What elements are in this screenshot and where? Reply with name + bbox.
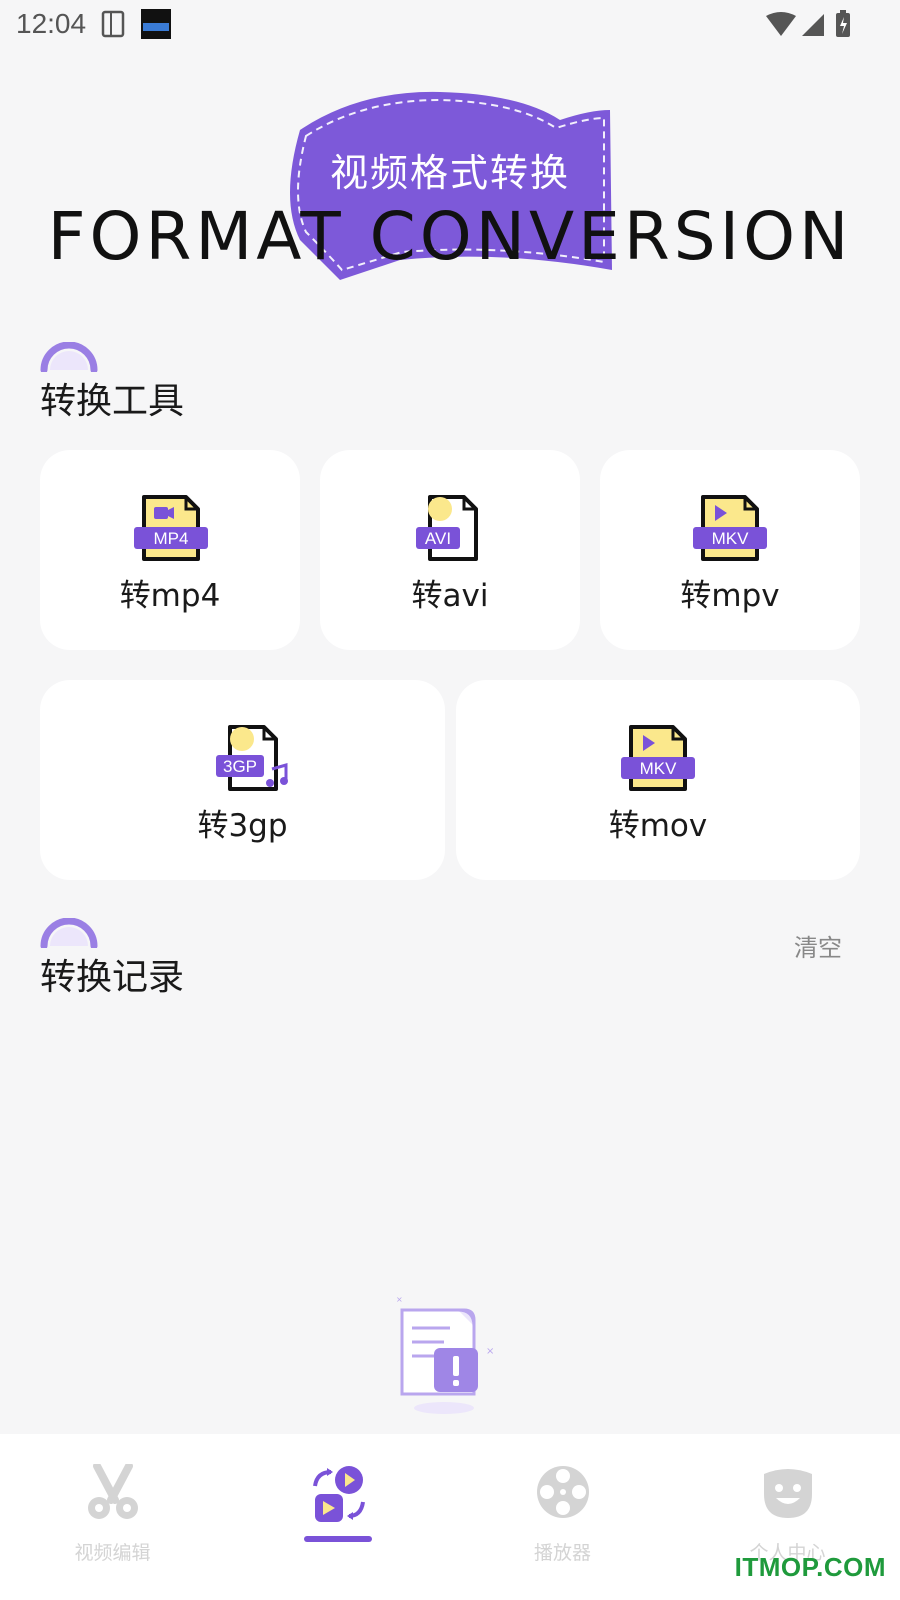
tools-section-header: 转换工具 — [40, 342, 340, 422]
convert-mp4-card[interactable]: MP4 转mp4 — [40, 450, 300, 650]
banner-subtitle: 视频格式转换 — [329, 151, 570, 195]
scissors-icon — [87, 1464, 138, 1519]
notebook-icon — [101, 10, 125, 38]
records-section-header: 转换记录 — [40, 918, 340, 998]
clear-records-button[interactable]: 清空 — [794, 928, 842, 963]
convert-mov-label: 转mov — [608, 808, 708, 844]
convert-mp4-label: 转mp4 — [119, 578, 221, 614]
convert-avi-label: 转avi — [411, 578, 489, 614]
status-time: 12:04 — [16, 8, 87, 39]
signal-icon — [802, 14, 824, 36]
nav-convert[interactable] — [225, 1434, 450, 1600]
3gp-file-icon: 3GP — [216, 725, 288, 791]
empty-records-icon: × × — [396, 1295, 494, 1414]
section-arc-decoration — [40, 342, 98, 372]
svg-text:3GP: 3GP — [223, 757, 257, 776]
tools-section-title: 转换工具 — [40, 381, 185, 422]
film-reel-icon — [536, 1466, 589, 1518]
convert-avi-card[interactable]: AVI 转avi — [320, 450, 580, 650]
nav-video-edit-label: 视频编辑 — [74, 1542, 151, 1564]
watermark-text: ITMOP.COM — [734, 1552, 886, 1582]
mov-file-icon: MKV — [621, 725, 695, 791]
status-icons — [766, 10, 850, 37]
section-arc-decoration — [40, 918, 98, 948]
svg-text:MKV: MKV — [712, 529, 750, 548]
convert-3gp-label: 转3gp — [197, 808, 288, 844]
mkv-file-icon: MKV — [693, 495, 767, 561]
svg-text:MP4: MP4 — [154, 529, 189, 548]
convert-mpv-card[interactable]: MKV 转mpv — [600, 450, 860, 650]
wifi-icon — [766, 12, 796, 36]
convert-icon — [312, 1466, 365, 1522]
app-thumbnail-icon — [141, 9, 171, 39]
banner-title: FORMAT CONVERSION — [47, 198, 853, 275]
svg-text:×: × — [486, 1346, 494, 1357]
convert-mov-card[interactable]: MKV 转mov — [456, 680, 860, 880]
banner: 视频格式转换 FORMAT CONVERSION — [0, 80, 900, 290]
avi-file-icon: AVI — [416, 495, 478, 561]
convert-3gp-card[interactable]: 3GP 转3gp — [40, 680, 445, 880]
svg-text:×: × — [396, 1295, 403, 1304]
nav-player[interactable]: 播放器 — [450, 1434, 675, 1600]
nav-video-edit[interactable]: 视频编辑 — [0, 1434, 225, 1600]
mp4-file-icon: MP4 — [134, 495, 208, 561]
nav-active-indicator — [303, 1536, 372, 1542]
records-section-title: 转换记录 — [40, 957, 185, 998]
status-bar: 12:04 — [0, 0, 900, 50]
smiley-icon — [763, 1469, 812, 1518]
svg-text:AVI: AVI — [425, 529, 451, 548]
nav-player-label: 播放器 — [533, 1542, 591, 1564]
convert-mpv-label: 转mpv — [680, 578, 780, 614]
svg-text:MKV: MKV — [640, 759, 678, 778]
